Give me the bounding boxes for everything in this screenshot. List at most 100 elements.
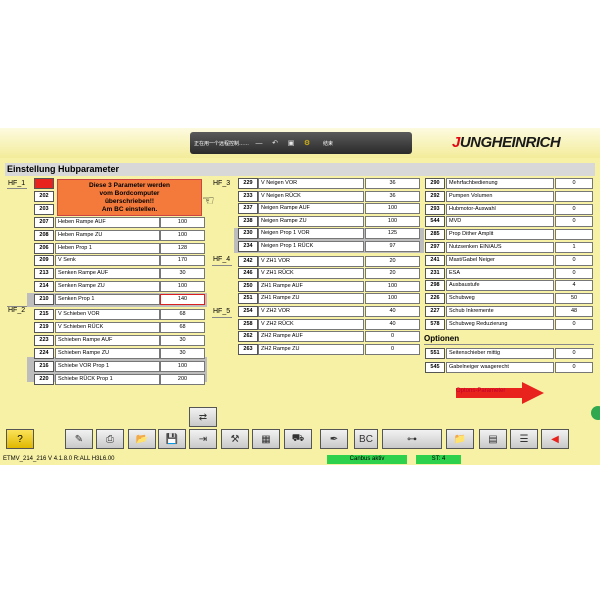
parameter-value-field[interactable]: 0 [555, 361, 593, 373]
options-parameter-label: Optons-Parameter [456, 388, 506, 394]
window-icon[interactable]: ▣ [285, 139, 297, 147]
version-text: ETMV_214_216 V 4.1.8.0 R:ALL H3L6.00 [3, 456, 115, 462]
parameter-number[interactable]: 551 [425, 348, 445, 359]
print-button[interactable]: ⎙ [96, 429, 124, 449]
parameter-row: 285 Prop Dither Amplit [0, 229, 600, 241]
chart-button[interactable]: ▤ [479, 429, 507, 449]
minimize-icon[interactable]: — [253, 140, 265, 147]
top-bar: 正在用一个远程控制…… — ↶ ▣ ⚙ 结束 JUNGHEINRICH [0, 128, 600, 158]
bc-button[interactable]: BC [354, 429, 378, 449]
help-button[interactable]: ? [6, 429, 34, 449]
back-button[interactable]: ◀ [541, 429, 569, 449]
parameter-label: Schiebe RÜCK Prop 1 [55, 373, 160, 385]
parameter-number[interactable]: 226 [425, 293, 445, 305]
parameter-number[interactable]: 297 [425, 242, 445, 253]
pointing-hand-icon: ☜ [202, 192, 215, 208]
parameter-value-field[interactable]: 0 [555, 348, 593, 359]
parameter-number[interactable]: 298 [425, 280, 445, 292]
page-title-bar: Einstellung Hubparameter [5, 163, 595, 176]
parameter-number[interactable]: 220 [34, 373, 54, 385]
parameter-number[interactable]: 290 [425, 178, 445, 189]
parameter-number[interactable]: 545 [425, 361, 445, 373]
parameter-number[interactable]: 544 [425, 216, 445, 228]
parameter-label: Mast/Gabel Neiger [446, 254, 554, 266]
tools-button[interactable]: ⚒ [221, 429, 249, 449]
parameter-label: Hubmotor-Auswahl [446, 203, 554, 215]
parameter-label: Prop Dither Amplit [446, 229, 554, 241]
parameter-label: ESA [446, 267, 554, 279]
parameter-value-field[interactable]: 4 [555, 280, 593, 292]
parameter-value-field[interactable]: 200 [160, 373, 205, 385]
parameter-value-field[interactable]: 0 [365, 331, 420, 343]
parameter-number[interactable]: 262 [238, 331, 258, 343]
parameter-label: Pumpen Volumen [446, 190, 554, 202]
parameter-number[interactable]: 227 [425, 306, 445, 317]
parameter-value-field[interactable]: 48 [555, 306, 593, 317]
remote-status-text: 正在用一个远程控制…… [194, 140, 250, 147]
end-session-button[interactable]: 结束 [323, 140, 333, 147]
parameter-value-field[interactable]: 50 [555, 293, 593, 305]
parameter-label: Schubweg [446, 293, 554, 305]
parameter-value-field[interactable]: 0 [555, 254, 593, 266]
page-title: Einstellung Hubparameter [7, 164, 120, 174]
folder-export-button[interactable]: 📁 [446, 429, 474, 449]
parameter-label: Gabelneiger waagerecht [446, 361, 554, 373]
parameter-label: Nutzsenken EIN/AUS [446, 242, 554, 253]
options-title: Optionen [424, 334, 460, 343]
parameter-row: 226 Schubweg 50 [0, 293, 600, 305]
parameter-row: 551 Seitenschieber mittig 0 [0, 348, 600, 359]
parameter-value-field[interactable] [555, 190, 593, 202]
application-screen: 正在用一个远程控制…… — ↶ ▣ ⚙ 结束 JUNGHEINRICH Eins… [0, 128, 600, 465]
options-parameter-link[interactable]: Optons-Parameter [456, 382, 546, 404]
parameter-row: 241 Mast/Gabel Neiger 0 [0, 254, 600, 266]
parameter-value-field[interactable]: 0 [555, 267, 593, 279]
monitor-button[interactable]: ▦ [252, 429, 280, 449]
parameter-value-field[interactable]: 0 [555, 178, 593, 189]
open-folder-button[interactable]: 📂 [128, 429, 156, 449]
bordcomputer-warning: Diese 3 Parameter werden vom Bordcompute… [57, 179, 202, 216]
parameter-number[interactable]: 292 [425, 190, 445, 202]
parameter-value-field[interactable]: 0 [555, 203, 593, 215]
parameter-label: ZH2 Rampe AUF [258, 331, 364, 343]
st-status-badge: ST: 4 [416, 455, 461, 464]
parameter-value-field[interactable]: 0 [555, 216, 593, 228]
parameter-row: 578 Schubweg Reduzierung 0 [0, 318, 600, 330]
jungheinrich-logo: JUNGHEINRICH [452, 134, 561, 151]
parameter-number[interactable]: 578 [425, 318, 445, 330]
parameter-value-field[interactable]: 0 [555, 318, 593, 330]
parameter-number[interactable]: 285 [425, 229, 445, 241]
calibrate-button[interactable]: ✒ [320, 429, 348, 449]
import-button[interactable]: ⇥ [189, 429, 217, 449]
back-icon[interactable]: ↶ [269, 139, 281, 147]
transfer-icon[interactable]: ⇄ [189, 407, 217, 427]
parameter-label: MVD [446, 216, 554, 228]
parameter-label: Seitenschieber mittig [446, 348, 554, 359]
parameter-label: Schub Inkremente [446, 306, 554, 317]
diagram-button[interactable]: ⊶ [382, 429, 442, 449]
parameter-row: 262 ZH2 Rampe AUF 0 [0, 331, 600, 343]
settings-icon[interactable]: ⚙ [301, 139, 313, 147]
parameter-row: 231 ESA 0 [0, 267, 600, 279]
parameter-value-field[interactable]: 1 [555, 242, 593, 253]
parameter-number[interactable]: 241 [425, 254, 445, 266]
parameter-number[interactable]: 231 [425, 267, 445, 279]
parameter-label: Ausbaustufe [446, 280, 554, 292]
parameter-row: 544 MVD 0 [0, 216, 600, 228]
parameter-row: 227 Schub Inkremente 48 [0, 306, 600, 317]
list-button[interactable]: ☰ [510, 429, 538, 449]
parameter-row: 545 Gabelneiger waagerecht 0 [0, 361, 600, 373]
side-indicator[interactable] [591, 406, 600, 420]
parameter-value-field[interactable] [555, 229, 593, 241]
parameter-row: 298 Ausbaustufe 4 [0, 280, 600, 292]
canbus-status-badge: Canbus aktiv [327, 455, 407, 464]
parameter-label: Mehrfachbedienung [446, 178, 554, 189]
truck-button[interactable]: ⛟ [284, 429, 312, 449]
status-line: ETMV_214_216 V 4.1.8.0 R:ALL H3L6.00 Can… [0, 454, 600, 465]
save-button[interactable]: 💾 [158, 429, 186, 449]
parameter-row: 297 Nutzsenken EIN/AUS 1 [0, 242, 600, 253]
remote-control-bar: 正在用一个远程控制…… — ↶ ▣ ⚙ 结束 [190, 132, 412, 154]
divider [424, 344, 594, 345]
parameter-number[interactable]: 293 [425, 203, 445, 215]
edit-button[interactable]: ✎ [65, 429, 93, 449]
parameter-label: Schubweg Reduzierung [446, 318, 554, 330]
